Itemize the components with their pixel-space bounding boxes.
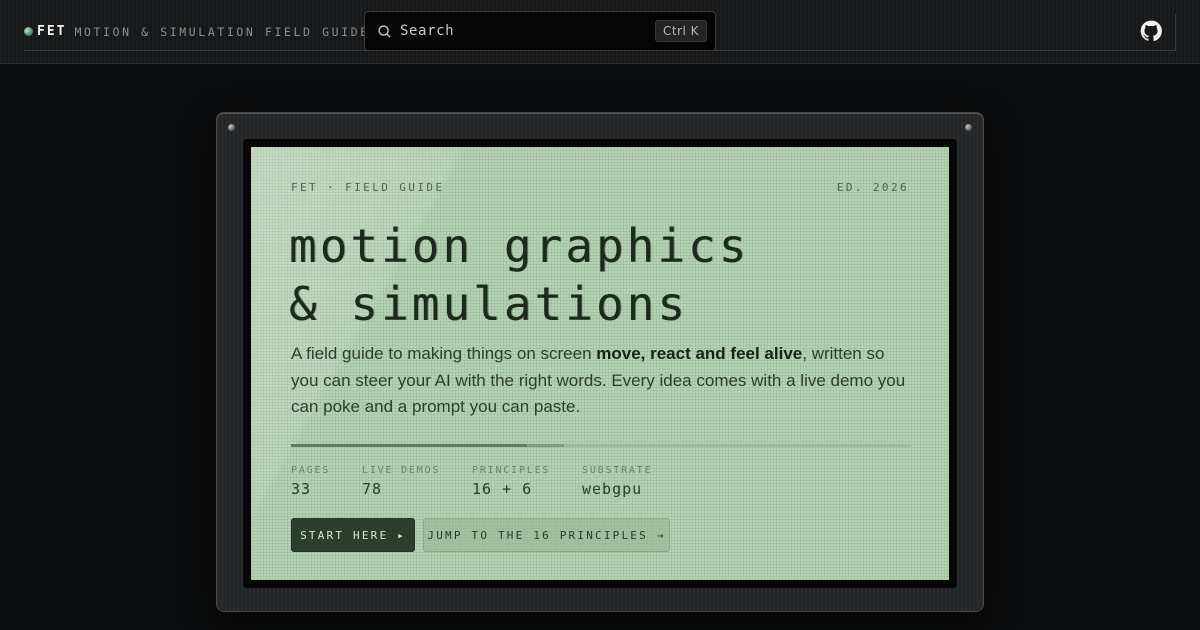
brand[interactable]: FET MOTION & SIMULATION FIELD GUIDE	[24, 24, 370, 39]
screen-bezel: FET · FIELD GUIDE ED. 2026 motion graphi…	[243, 139, 957, 588]
stat-live-demos: LIVE DEMOS 78	[362, 465, 472, 498]
eyebrow-right: ED. 2026	[836, 181, 909, 194]
lead-emphasis: move, react and feel alive	[596, 344, 803, 363]
start-here-button[interactable]: START HERE ▸	[291, 518, 415, 552]
stat-principles: PRINCIPLES 16 + 6	[472, 465, 582, 498]
jump-to-principles-button[interactable]: JUMP TO THE 16 PRINCIPLES →	[423, 518, 670, 552]
stat-value: 78	[362, 480, 383, 498]
stat-label: SUBSTRATE	[582, 465, 653, 476]
lead-text-1: A field guide to making things on screen	[291, 344, 597, 363]
stat-label: PRINCIPLES	[472, 465, 551, 476]
stat-substrate: SUBSTRATE webgpu	[582, 465, 692, 498]
hero-screen: FET · FIELD GUIDE ED. 2026 motion graphi…	[251, 147, 949, 580]
stat-label: LIVE DEMOS	[362, 465, 441, 476]
stat-pages: PAGES 33	[291, 465, 362, 498]
headline-line-2: & simulations	[289, 277, 689, 331]
headline-line-1: motion graphics	[289, 219, 750, 273]
stat-label: PAGES	[291, 465, 331, 476]
hero-lead: A field guide to making things on screen…	[291, 341, 911, 421]
brand-mark[interactable]: FET	[37, 24, 66, 39]
top-bar: FET MOTION & SIMULATION FIELD GUIDE Sear…	[0, 0, 1200, 64]
search-icon	[378, 24, 391, 38]
screw-icon	[965, 124, 972, 131]
search-box[interactable]: Search Ctrl K	[364, 11, 716, 51]
stat-value: 16 + 6	[472, 480, 533, 498]
search-input[interactable]: Search	[400, 23, 655, 39]
screw-icon	[228, 124, 235, 131]
stat-value: 33	[291, 480, 312, 498]
stat-value: webgpu	[582, 480, 643, 498]
eyebrow-left: FET · FIELD GUIDE	[291, 181, 445, 194]
github-icon[interactable]	[1140, 20, 1162, 42]
header-rule	[24, 50, 1176, 51]
stats-row: PAGES 33 LIVE DEMOS 78 PRINCIPLES 16 + 6…	[291, 465, 692, 498]
progress-fill	[291, 444, 527, 447]
progress-fill-secondary	[527, 444, 564, 447]
device-frame: FET · FIELD GUIDE ED. 2026 motion graphi…	[216, 112, 984, 612]
search-shortcut-badge: Ctrl K	[654, 20, 707, 42]
hero-headline: motion graphics & simulations	[289, 217, 749, 333]
header-divider	[1175, 14, 1176, 50]
progress-bar	[291, 444, 911, 447]
brand-subtitle: MOTION & SIMULATION FIELD GUIDE	[74, 24, 370, 39]
brand-dot-icon	[24, 27, 33, 36]
